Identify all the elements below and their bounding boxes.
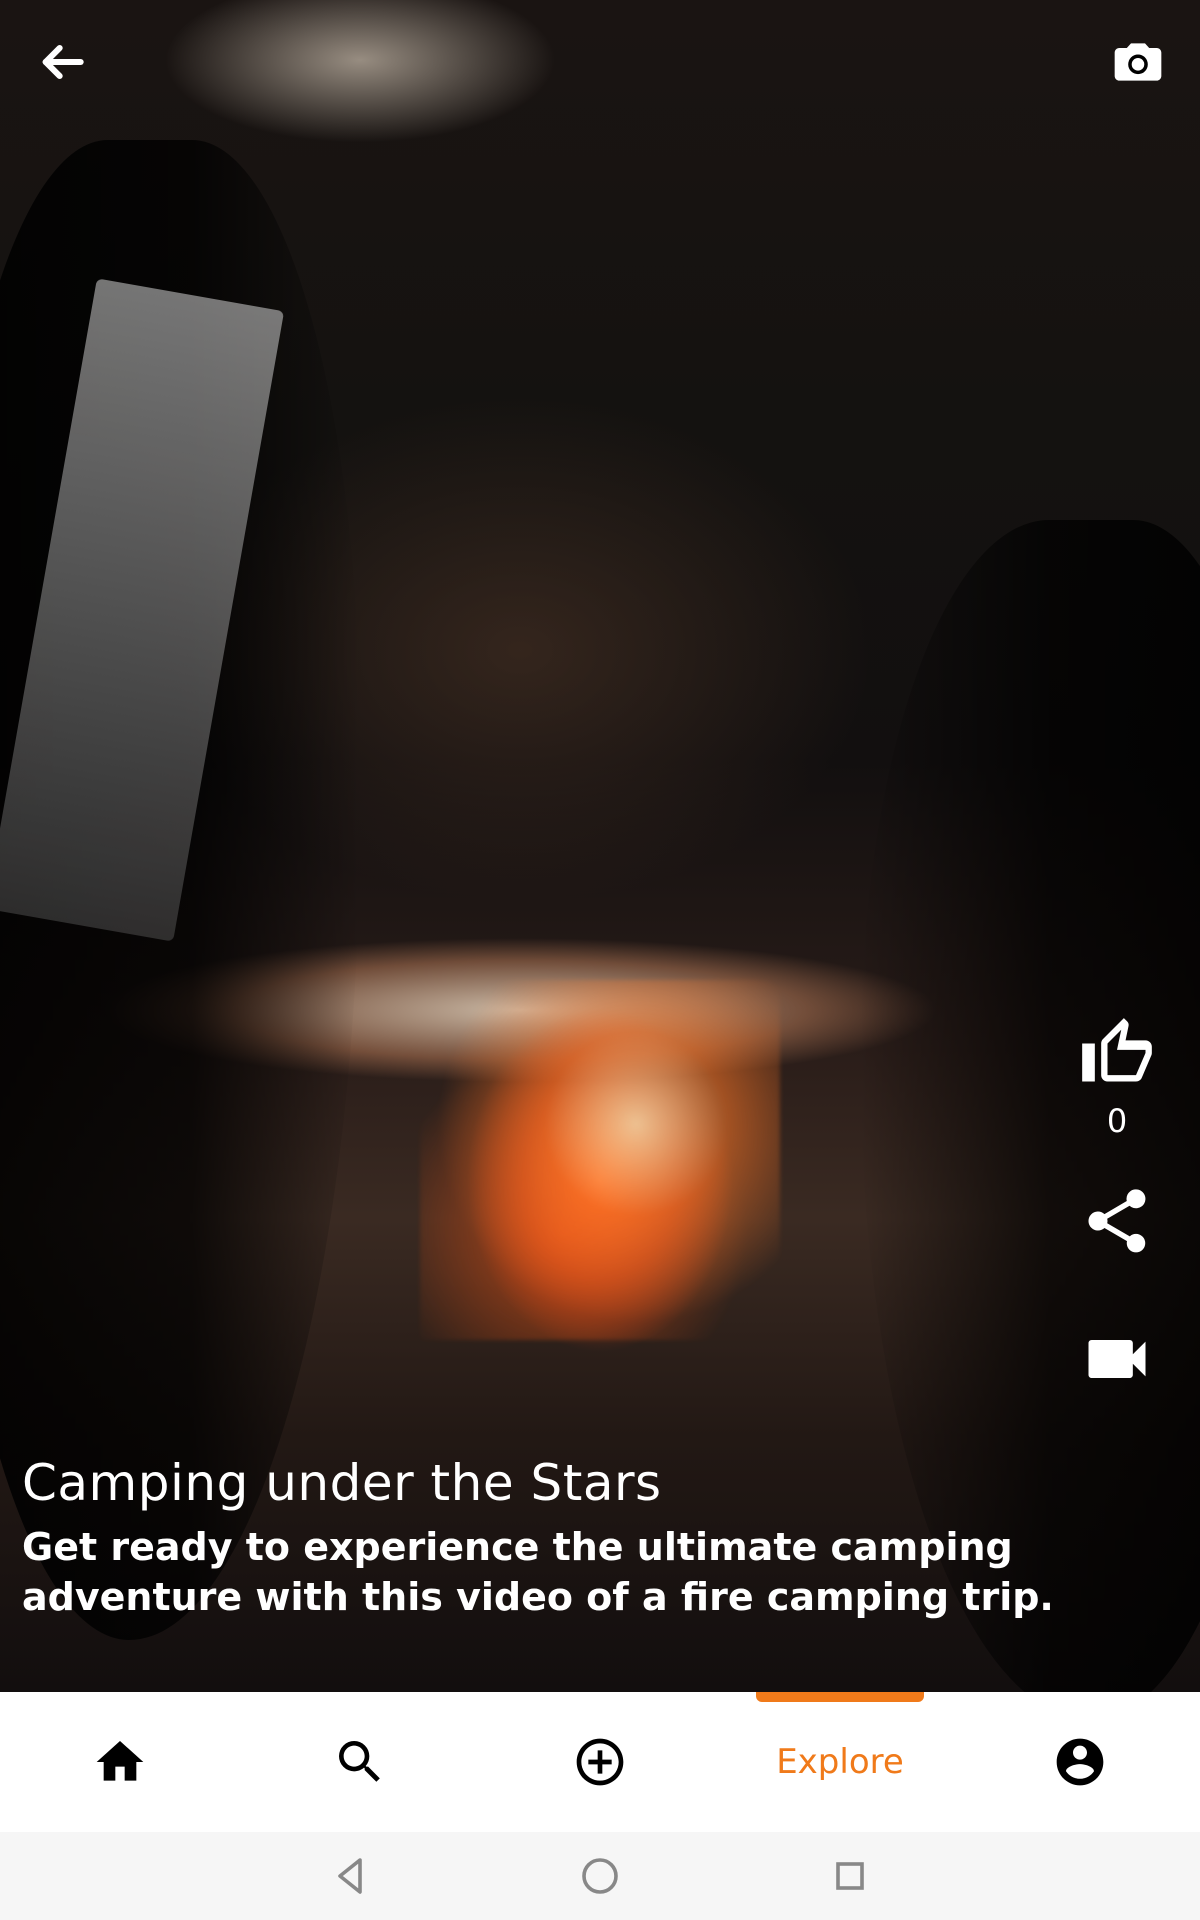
background-campfire: [420, 980, 780, 1340]
thumb-up-icon: [1082, 1018, 1152, 1082]
video-description: Get ready to experience the ultimate cam…: [22, 1525, 1054, 1619]
system-back-icon: [338, 1858, 362, 1894]
video-frame[interactable]: [0, 0, 1200, 1692]
arrow-left-icon: [42, 44, 84, 80]
video-caption: Camping under the Stars Get ready to exp…: [22, 1454, 1142, 1622]
account-icon: [1056, 1738, 1104, 1786]
home-icon: [96, 1741, 144, 1781]
add-circle-icon: [576, 1738, 624, 1786]
camera-icon: [1114, 43, 1162, 81]
back-button[interactable]: [26, 26, 98, 98]
active-tab-indicator: [756, 1692, 924, 1702]
nav-home[interactable]: [0, 1692, 240, 1832]
nav-add[interactable]: [480, 1692, 720, 1832]
system-home-icon: [582, 1858, 618, 1894]
video-title: Camping under the Stars: [22, 1454, 662, 1512]
like-button[interactable]: [1074, 1010, 1160, 1096]
action-rail: 0: [1062, 1010, 1172, 1402]
system-back-button[interactable]: [315, 1841, 385, 1911]
system-recents-button[interactable]: [815, 1841, 885, 1911]
share-button[interactable]: [1074, 1178, 1160, 1264]
nav-explore[interactable]: Explore: [720, 1692, 960, 1832]
search-icon: [339, 1741, 380, 1782]
videocam-icon: [1088, 1340, 1146, 1378]
bottom-navigation: Explore: [0, 1692, 1200, 1832]
system-navigation: [0, 1832, 1200, 1920]
system-recents-icon: [836, 1862, 864, 1890]
like-count: 0: [1106, 1102, 1128, 1140]
nav-explore-label: Explore: [776, 1742, 904, 1782]
system-home-button[interactable]: [565, 1841, 635, 1911]
nav-search[interactable]: [240, 1692, 480, 1832]
nav-profile[interactable]: [960, 1692, 1200, 1832]
camera-button[interactable]: [1102, 26, 1174, 98]
share-icon: [1088, 1189, 1146, 1253]
video-button[interactable]: [1074, 1316, 1160, 1402]
